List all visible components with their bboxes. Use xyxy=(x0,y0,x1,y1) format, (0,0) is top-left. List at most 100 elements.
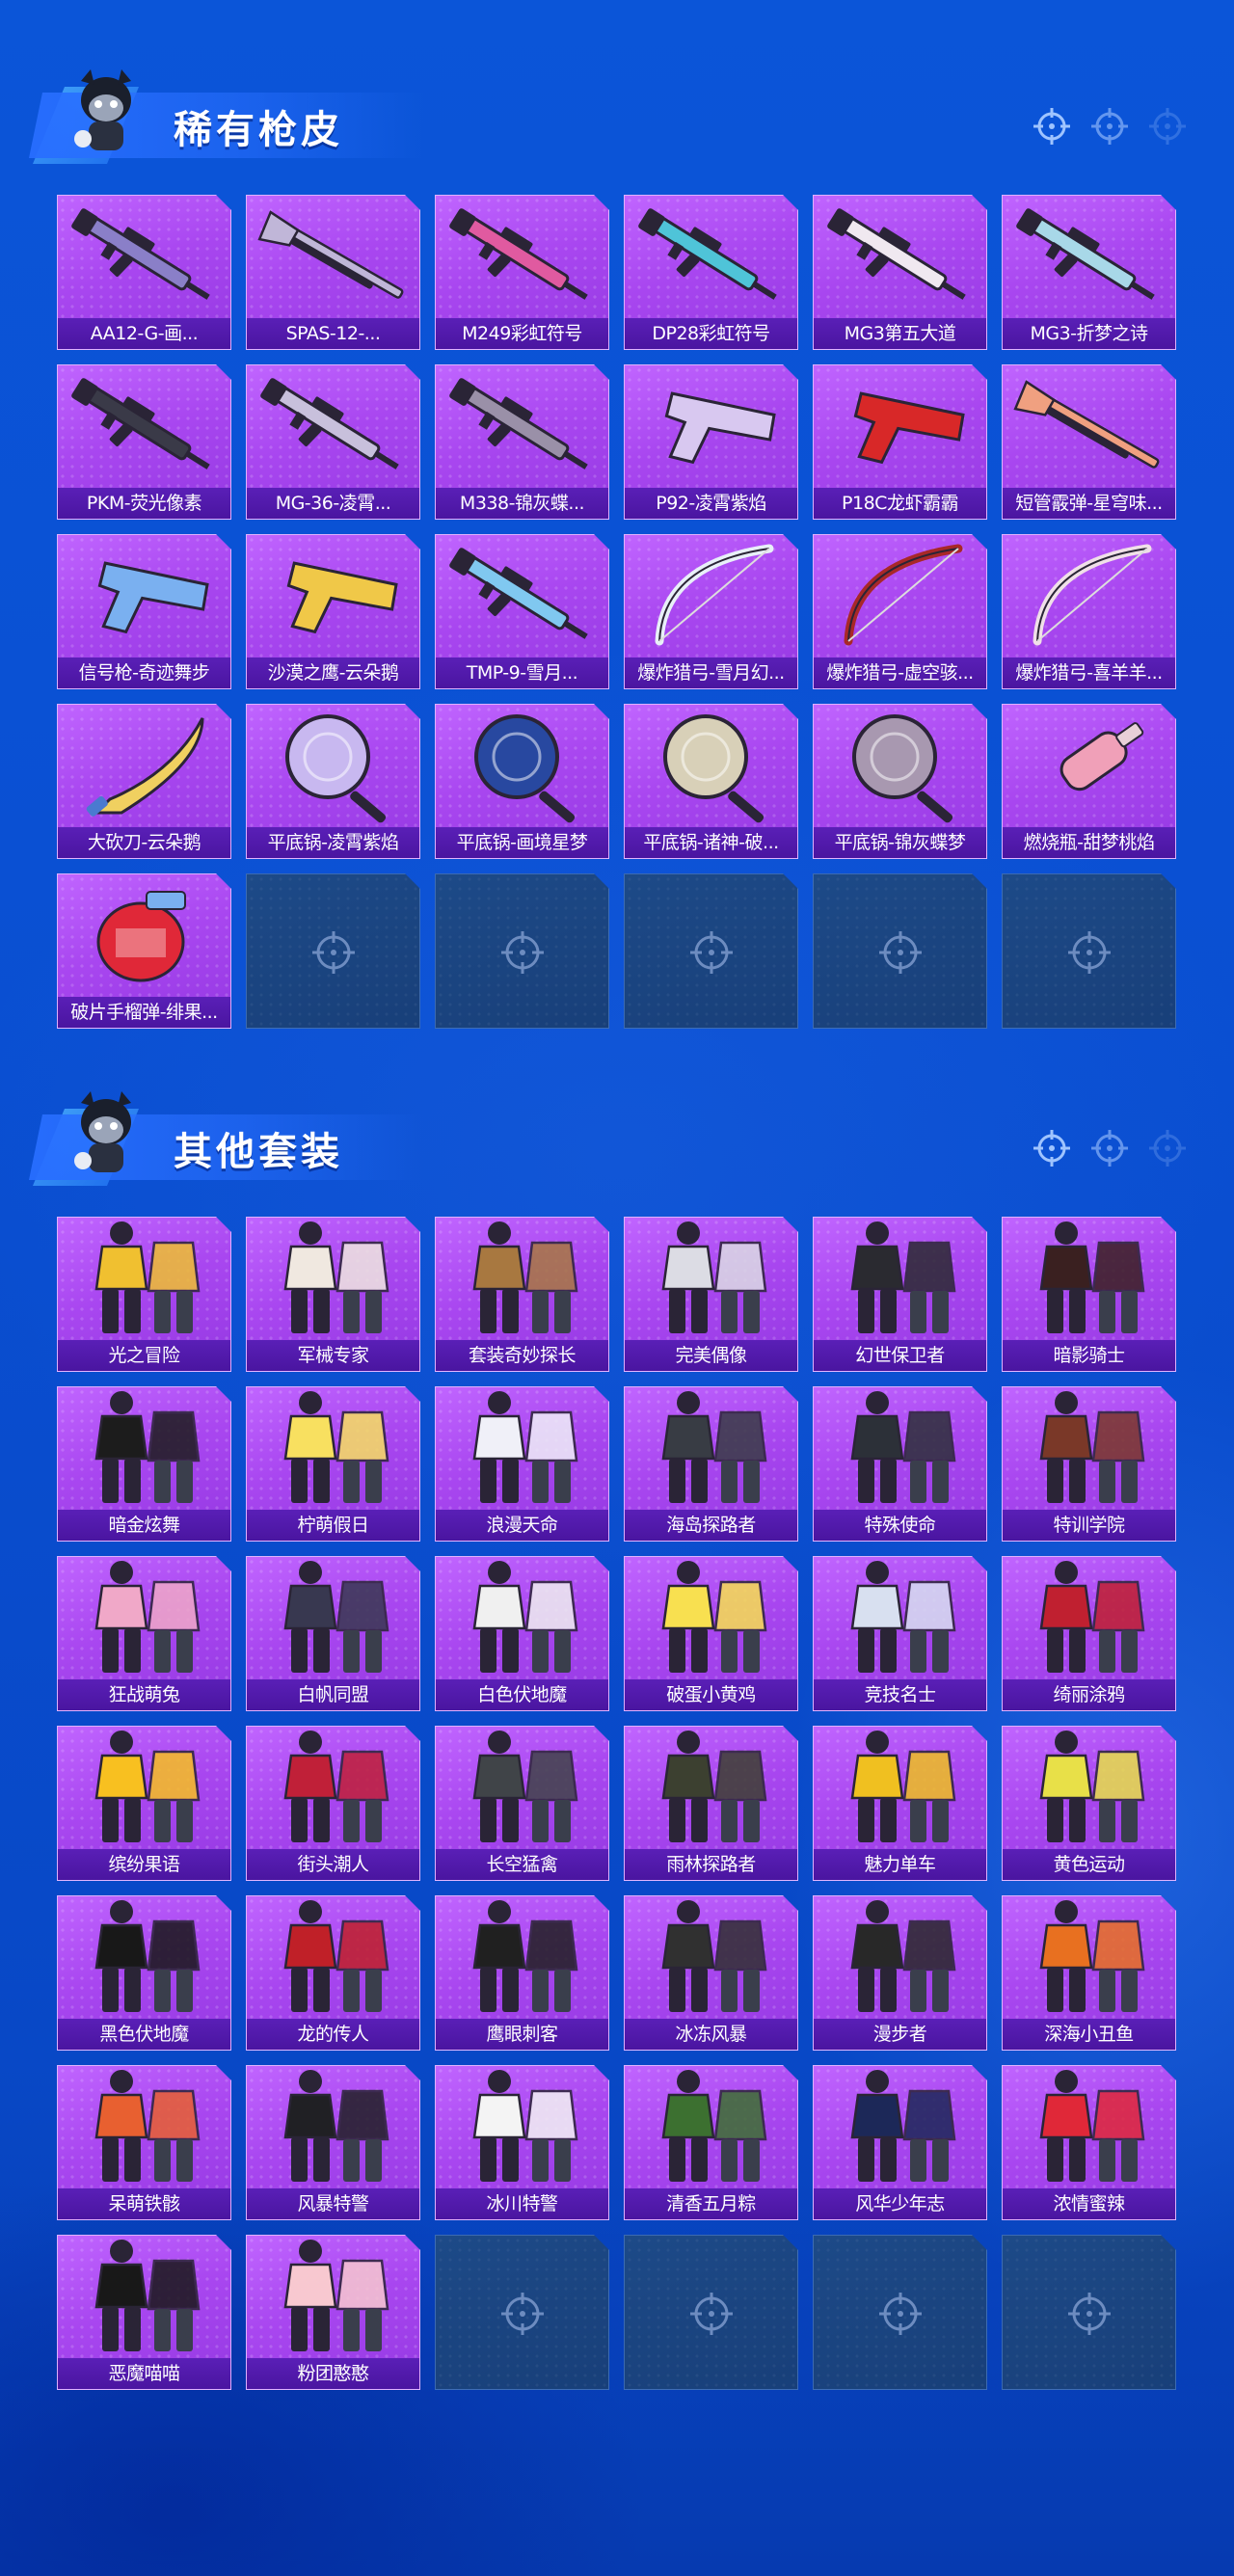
item-card[interactable]: 柠萌假日 xyxy=(246,1386,420,1542)
item-card[interactable]: 浓情蜜辣 xyxy=(1002,2065,1176,2220)
frying-pan-icon xyxy=(247,705,420,828)
item-card[interactable]: TMP-9-雪月... xyxy=(435,534,609,689)
item-label: 黄色运动 xyxy=(1003,1849,1175,1880)
item-label: 长空猛禽 xyxy=(436,1849,608,1880)
item-card[interactable]: 海岛探路者 xyxy=(624,1386,798,1542)
mascot-icon xyxy=(74,1091,131,1172)
item-card[interactable]: 魅力单车 xyxy=(813,1726,987,1881)
item-card[interactable]: 平底锅-诸神-破... xyxy=(624,704,798,859)
item-card[interactable]: P18C龙虾霸霸 xyxy=(813,364,987,520)
item-card[interactable]: 清香五月粽 xyxy=(624,2065,798,2220)
outfit-icon xyxy=(625,1218,798,1341)
item-card[interactable]: AA12-G-画... xyxy=(57,195,231,350)
outfit-icon xyxy=(247,2066,420,2189)
item-card[interactable]: 雨林探路者 xyxy=(624,1726,798,1881)
outfit-icon xyxy=(814,2066,987,2189)
machine-gun-icon xyxy=(436,196,609,319)
item-card[interactable]: 信号枪-奇迹舞步 xyxy=(57,534,231,689)
empty-slot xyxy=(246,873,420,1029)
smg-icon xyxy=(436,535,609,658)
crosshair-icon xyxy=(1064,2289,1114,2339)
item-card[interactable]: 恶魔喵喵 xyxy=(57,2235,231,2390)
outfit-icon xyxy=(814,1896,987,2020)
item-card[interactable]: 特殊使命 xyxy=(813,1386,987,1542)
item-card[interactable]: 暗影骑士 xyxy=(1002,1217,1176,1372)
item-card[interactable]: 燃烧瓶-甜梦桃焰 xyxy=(1002,704,1176,859)
item-card[interactable]: 粉团憨憨 xyxy=(246,2235,420,2390)
item-card[interactable]: 缤纷果语 xyxy=(57,1726,231,1881)
item-label: 魅力单车 xyxy=(814,1849,986,1880)
outfit-icon xyxy=(814,1557,987,1680)
item-card[interactable]: 白色伏地魔 xyxy=(435,1556,609,1711)
item-card[interactable]: 龙的传人 xyxy=(246,1895,420,2051)
item-card[interactable]: 黑色伏地魔 xyxy=(57,1895,231,2051)
item-card[interactable]: 漫步者 xyxy=(813,1895,987,2051)
item-card[interactable]: 风华少年志 xyxy=(813,2065,987,2220)
shotgun-icon xyxy=(247,196,420,319)
item-card[interactable]: 平底锅-锦灰蝶梦 xyxy=(813,704,987,859)
item-card[interactable]: 光之冒险 xyxy=(57,1217,231,1372)
item-card[interactable]: 白帆同盟 xyxy=(246,1556,420,1711)
section-title: 稀有枪皮 xyxy=(174,108,343,152)
item-card[interactable]: 深海小丑鱼 xyxy=(1002,1895,1176,2051)
item-card[interactable]: MG-36-凌霄... xyxy=(246,364,420,520)
empty-slot xyxy=(624,873,798,1029)
item-card[interactable]: 冰川特警 xyxy=(435,2065,609,2220)
outfit-icon xyxy=(625,1727,798,1850)
crosshair-icon xyxy=(1064,927,1114,978)
outfit-icon xyxy=(58,2236,231,2359)
item-card[interactable]: 暗金炫舞 xyxy=(57,1386,231,1542)
item-card[interactable]: 浪漫天命 xyxy=(435,1386,609,1542)
empty-slot xyxy=(813,2235,987,2390)
item-card[interactable]: 街头潮人 xyxy=(246,1726,420,1881)
item-card[interactable]: 沙漠之鹰-云朵鹅 xyxy=(246,534,420,689)
item-card[interactable]: 长空猛禽 xyxy=(435,1726,609,1881)
item-label: 竞技名士 xyxy=(814,1679,986,1710)
outfit-icon xyxy=(247,1557,420,1680)
item-card[interactable]: 平底锅-画境星梦 xyxy=(435,704,609,859)
item-card[interactable]: 绮丽涂鸦 xyxy=(1002,1556,1176,1711)
outfit-icon xyxy=(625,1896,798,2020)
item-card[interactable]: 套装奇妙探长 xyxy=(435,1217,609,1372)
item-card[interactable]: 特训学院 xyxy=(1002,1386,1176,1542)
item-card[interactable]: 破片手榴弹-绯果... xyxy=(57,873,231,1029)
item-card[interactable]: 大砍刀-云朵鹅 xyxy=(57,704,231,859)
item-card[interactable]: 黄色运动 xyxy=(1002,1726,1176,1881)
item-card[interactable]: M338-锦灰蝶... xyxy=(435,364,609,520)
item-card[interactable]: 竞技名士 xyxy=(813,1556,987,1711)
item-card[interactable]: 短管霰弹-星穹味... xyxy=(1002,364,1176,520)
item-card[interactable]: 冰冻风暴 xyxy=(624,1895,798,2051)
item-card[interactable]: 风暴特警 xyxy=(246,2065,420,2220)
item-card[interactable]: MG3第五大道 xyxy=(813,195,987,350)
crosshair-icon xyxy=(1091,108,1128,145)
item-card[interactable]: MG3-折梦之诗 xyxy=(1002,195,1176,350)
crosshair-icon xyxy=(875,927,926,978)
outfit-icon xyxy=(1003,2066,1176,2189)
item-card[interactable]: 爆炸猎弓-虚空骇... xyxy=(813,534,987,689)
outfit-icon xyxy=(1003,1557,1176,1680)
crosshair-icon xyxy=(686,2289,737,2339)
item-card[interactable]: 幻世保卫者 xyxy=(813,1217,987,1372)
item-card[interactable]: 爆炸猎弓-雪月幻... xyxy=(624,534,798,689)
item-card[interactable]: 狂战萌兔 xyxy=(57,1556,231,1711)
reticle-decoration xyxy=(1032,106,1188,147)
outfit-icon xyxy=(814,1218,987,1341)
outfit-icon xyxy=(247,1218,420,1341)
item-card[interactable]: P92-凌霄紫焰 xyxy=(624,364,798,520)
item-card[interactable]: 完美偶像 xyxy=(624,1217,798,1372)
item-card[interactable]: M249彩虹符号 xyxy=(435,195,609,350)
item-card[interactable]: 平底锅-凌霄紫焰 xyxy=(246,704,420,859)
rifle-icon xyxy=(247,365,420,489)
rifle-icon xyxy=(436,365,609,489)
item-card[interactable]: 军械专家 xyxy=(246,1217,420,1372)
item-card[interactable]: 呆萌铁骸 xyxy=(57,2065,231,2220)
outfit-icon xyxy=(814,1727,987,1850)
item-card[interactable]: DP28彩虹符号 xyxy=(624,195,798,350)
item-card[interactable]: 破蛋小黄鸡 xyxy=(624,1556,798,1711)
item-card[interactable]: 爆炸猎弓-喜羊羊... xyxy=(1002,534,1176,689)
item-label: 套装奇妙探长 xyxy=(436,1340,608,1371)
crosshair-icon xyxy=(1149,1130,1186,1167)
item-card[interactable]: 鹰眼刺客 xyxy=(435,1895,609,2051)
item-card[interactable]: SPAS-12-... xyxy=(246,195,420,350)
item-card[interactable]: PKM-荧光像素 xyxy=(57,364,231,520)
